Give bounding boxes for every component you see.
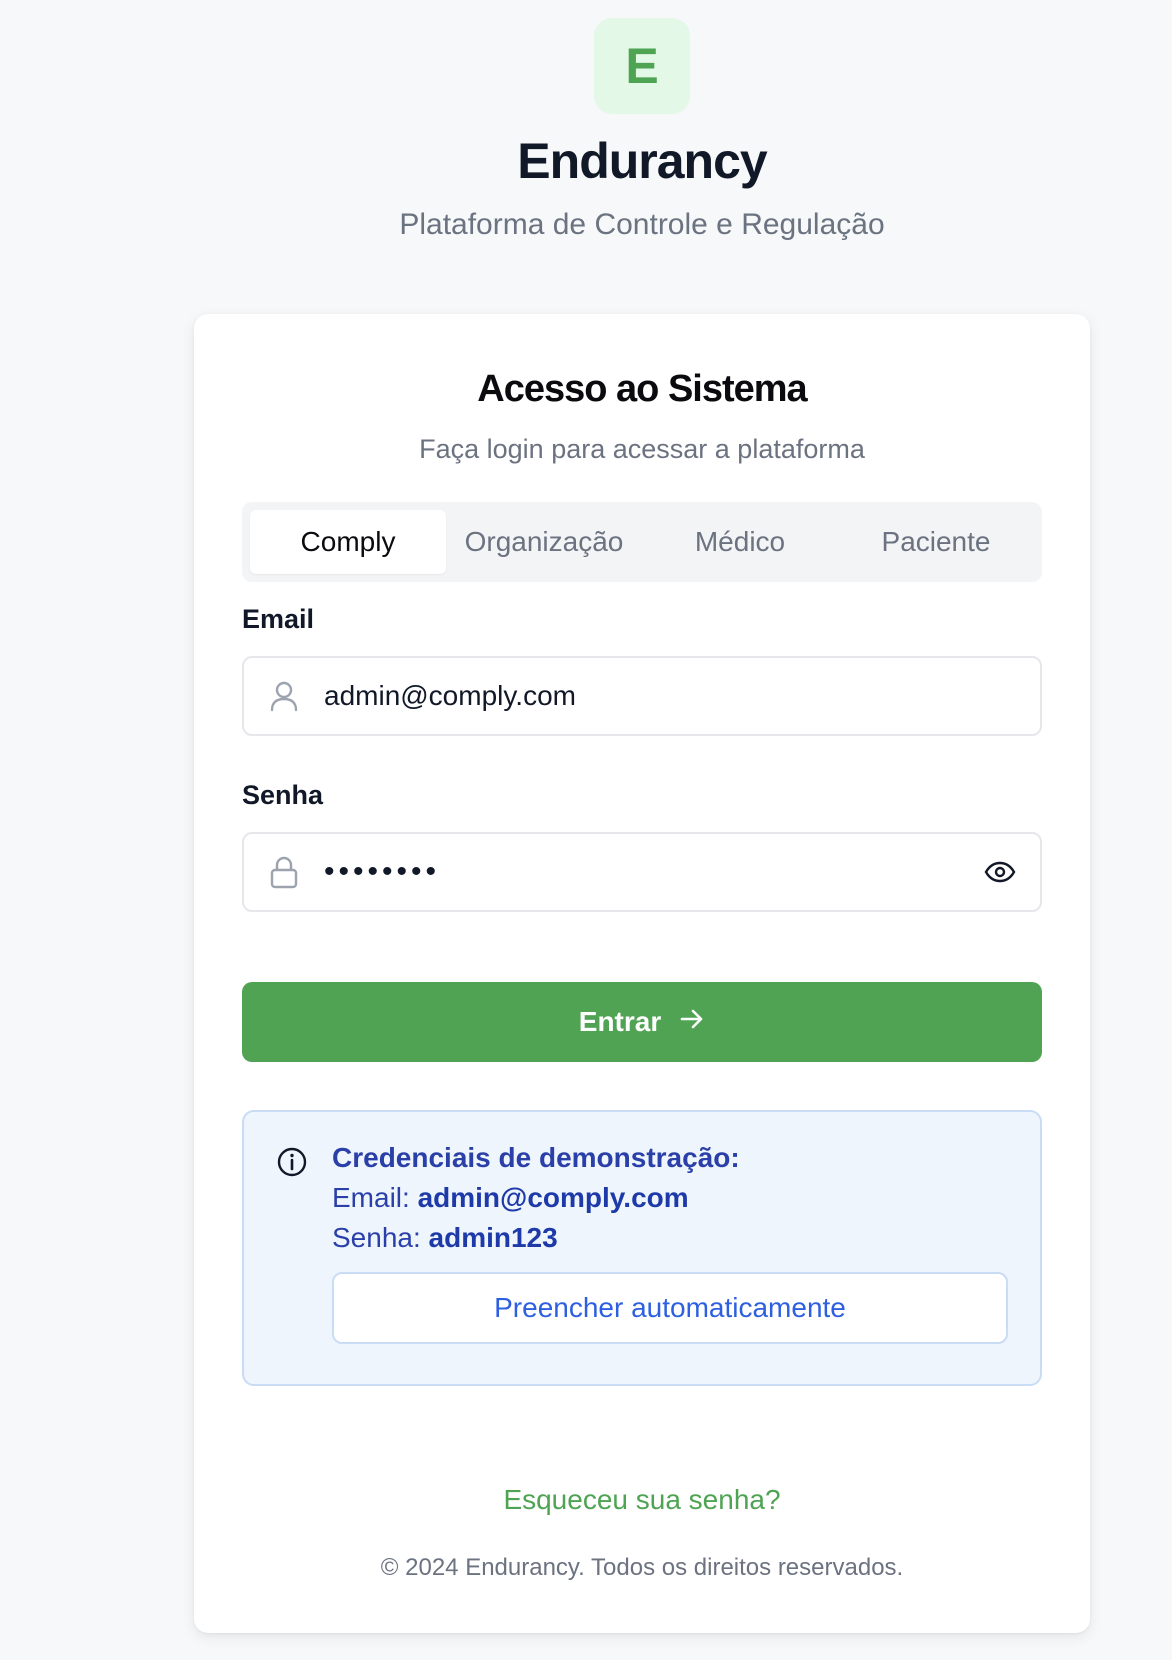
tab-medico[interactable]: Médico <box>642 510 838 574</box>
demo-email-prefix: Email: <box>332 1182 418 1213</box>
login-button[interactable]: Entrar <box>242 982 1042 1062</box>
password-field-wrapper <box>242 832 1042 912</box>
forgot-password-link[interactable]: Esqueceu sua senha? <box>194 1484 1090 1516</box>
demo-password-value: admin123 <box>428 1222 558 1253</box>
lock-icon <box>244 855 324 889</box>
demo-password-prefix: Senha: <box>332 1222 429 1253</box>
eye-icon[interactable] <box>960 861 1040 883</box>
login-button-label: Entrar <box>578 1006 662 1037</box>
user-icon <box>244 680 324 712</box>
app-name: Endurancy <box>517 133 767 189</box>
login-title: Acesso ao Sistema <box>477 368 807 410</box>
email-field[interactable] <box>324 658 1040 734</box>
login-card: Acesso ao Sistema Faça login para acessa… <box>194 314 1090 1633</box>
brand-logo-letter: E <box>625 38 659 94</box>
copyright-text: © 2024 Endurancy. Todos os direitos rese… <box>380 1554 904 1581</box>
demo-password-line: Senha: admin123 <box>332 1222 558 1254</box>
demo-credentials-box: Credenciais de demonstração: Email: admi… <box>242 1110 1042 1386</box>
brand-logo: E <box>594 18 690 114</box>
tab-paciente[interactable]: Paciente <box>838 510 1034 574</box>
password-label: Senha <box>242 780 324 810</box>
arrow-right-icon <box>679 1006 705 1038</box>
demo-email-value: admin@comply.com <box>417 1182 689 1213</box>
info-icon <box>276 1146 308 1183</box>
password-field[interactable] <box>324 834 960 910</box>
tab-organizacao[interactable]: Organização <box>446 510 642 574</box>
email-label: Email <box>242 604 315 634</box>
autofill-button[interactable]: Preencher automaticamente <box>332 1272 1008 1344</box>
email-field-wrapper <box>242 656 1042 736</box>
app-subtitle: Plataforma de Controle e Regulação <box>399 208 885 241</box>
tab-comply[interactable]: Comply <box>250 510 446 574</box>
role-tabs: Comply Organização Médico Paciente <box>242 502 1042 582</box>
login-subtitle: Faça login para acessar a plataforma <box>419 434 865 464</box>
demo-email-line: Email: admin@comply.com <box>332 1182 689 1214</box>
demo-heading: Credenciais de demonstração: <box>332 1142 740 1173</box>
